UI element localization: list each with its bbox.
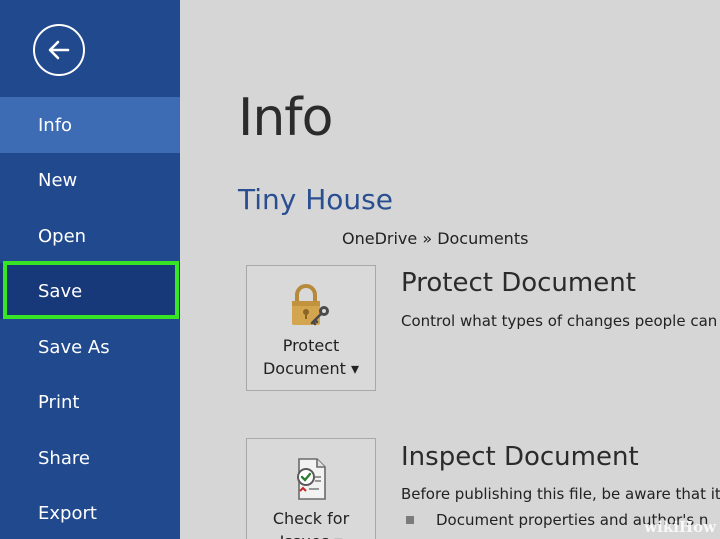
protect-document-label: Protect Document ▾	[262, 336, 359, 378]
nav-item-info[interactable]: Info	[0, 97, 180, 153]
nav-item-label: New	[38, 169, 78, 191]
nav-item-label: Save	[38, 280, 83, 302]
arrow-left-icon	[48, 40, 70, 60]
backstage-sidebar: Info New Open Save Save As Print Share E…	[0, 0, 180, 539]
nav-item-save-as[interactable]: Save As	[0, 319, 180, 375]
protect-document-title: Protect Document	[401, 268, 636, 298]
info-pane: Info Tiny House OneDrive » Documents Pro…	[180, 0, 720, 539]
wikihow-watermark: wikiHow	[644, 518, 716, 536]
check-for-issues-button[interactable]: Check for Issues ▾	[246, 438, 376, 539]
nav-item-label: Save As	[38, 336, 110, 358]
back-button[interactable]	[33, 24, 85, 76]
inspect-document-title: Inspect Document	[401, 442, 639, 472]
nav-item-label: Share	[38, 447, 90, 469]
document-name: Tiny House	[238, 183, 393, 216]
inspect-document-icon	[297, 458, 326, 500]
lock-key-icon	[292, 284, 329, 326]
check-for-issues-label: Check for Issues ▾	[272, 509, 350, 539]
nav-item-export[interactable]: Export	[0, 485, 180, 539]
nav-item-label: Info	[38, 114, 73, 136]
protect-document-button[interactable]: Protect Document ▾	[246, 265, 376, 391]
nav-item-open[interactable]: Open	[0, 208, 180, 264]
nav-item-share[interactable]: Share	[0, 430, 180, 486]
nav-item-new[interactable]: New	[0, 152, 180, 208]
page-title: Info	[238, 88, 333, 148]
protect-document-description: Control what types of changes people can	[401, 312, 718, 330]
nav-item-label: Print	[38, 391, 80, 413]
document-path[interactable]: OneDrive » Documents	[342, 229, 528, 248]
inspect-document-description: Before publishing this file, be aware th…	[401, 485, 720, 503]
bullet-square-icon	[406, 516, 414, 524]
nav-item-label: Open	[38, 225, 87, 247]
nav-item-print[interactable]: Print	[0, 374, 180, 430]
nav-item-label: Export	[38, 502, 97, 524]
nav-item-save[interactable]: Save	[0, 263, 180, 319]
